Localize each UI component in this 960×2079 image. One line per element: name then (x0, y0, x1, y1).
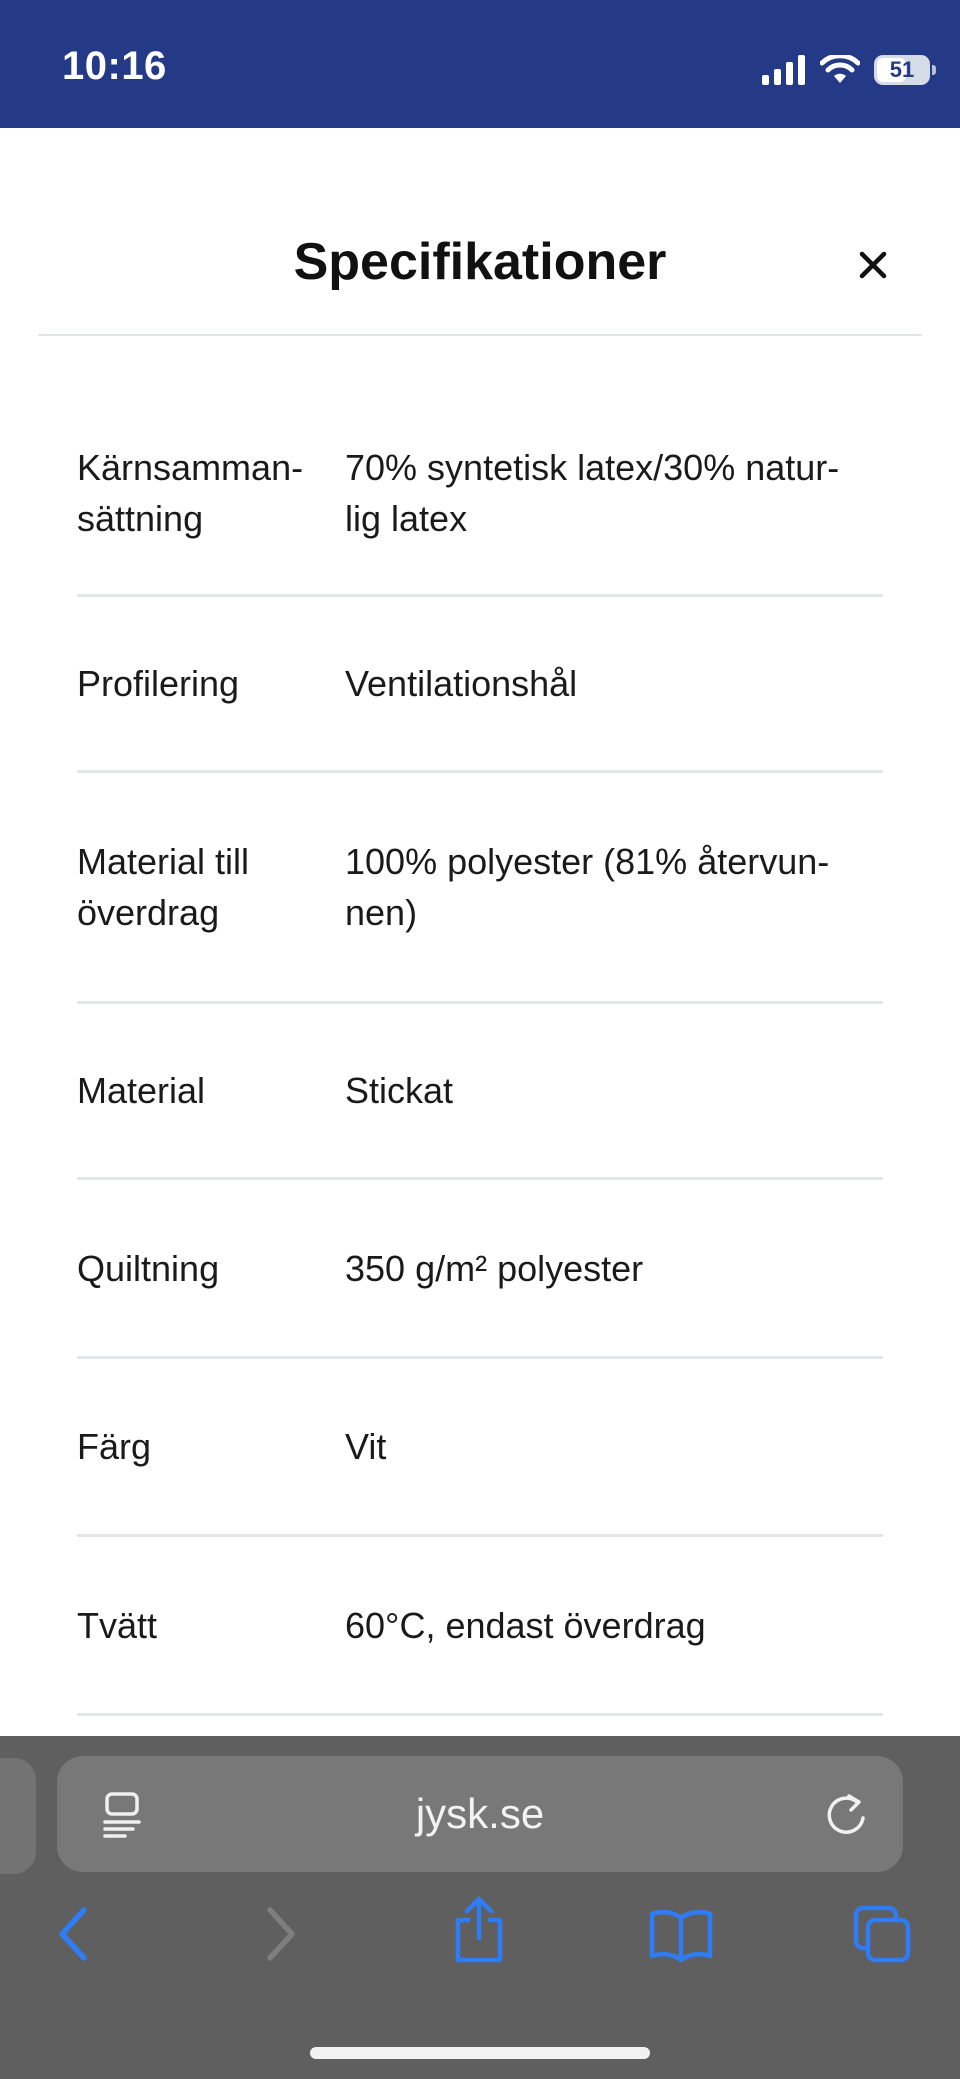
back-icon[interactable] (56, 1906, 92, 1962)
spec-value: 100% polyester (81% återvun-nen) (345, 841, 830, 933)
close-button[interactable] (848, 240, 898, 290)
wifi-icon (820, 55, 860, 83)
status-time: 10:16 (62, 44, 167, 88)
address-bar[interactable]: jysk.se (57, 1756, 903, 1872)
bookmarks-icon[interactable] (648, 1908, 714, 1962)
spec-label: Material till överdrag (77, 841, 250, 933)
battery-level: 51 (889, 57, 915, 82)
spec-row: Material till överdrag 100% polyester (81… (77, 773, 883, 1004)
spec-label: Färg (77, 1426, 152, 1467)
browser-toolbar: jysk.se (0, 1736, 960, 2079)
close-icon (859, 251, 887, 279)
reload-icon[interactable] (823, 1790, 869, 1838)
url-text[interactable]: jysk.se (57, 1790, 903, 1838)
status-icons: 51 (762, 50, 936, 90)
forward-icon[interactable] (262, 1906, 298, 1962)
spec-value: Stickat (345, 1070, 454, 1111)
modal-header: Specifikationer (38, 128, 922, 336)
spec-row: Tvätt 60°C, endast överdrag (77, 1537, 883, 1716)
spec-label: Kärnsamman-sättning (77, 447, 304, 539)
previous-tab-preview[interactable] (0, 1758, 36, 1874)
spec-label: Quiltning (77, 1247, 220, 1289)
spec-value: 60°C, endast överdrag (345, 1604, 706, 1646)
spec-label: Profilering (77, 663, 240, 704)
spec-table: Kärnsamman-sättning 70% syntetisk latex/… (77, 392, 883, 1716)
spec-row: Kärnsamman-sättning 70% syntetisk latex/… (77, 392, 883, 597)
tabs-icon[interactable] (852, 1904, 914, 1966)
spec-row: Färg Vit (77, 1359, 883, 1537)
spec-value: Ventilationshål (345, 663, 578, 704)
home-indicator[interactable] (310, 2047, 650, 2059)
spec-value: 70% syntetisk latex/30% natur-lig latex (345, 447, 840, 539)
spec-label: Tvätt (77, 1604, 158, 1646)
battery-icon: 51 (874, 55, 936, 85)
spec-label: Material (77, 1070, 206, 1111)
spec-value: 350 g/m² polyester (345, 1247, 644, 1289)
share-icon[interactable] (452, 1896, 506, 1964)
modal-title: Specifikationer (293, 233, 667, 291)
status-bar: 10:16 51 (0, 0, 960, 128)
signal-icon (762, 55, 805, 85)
spec-row: Material Stickat (77, 1004, 883, 1180)
spec-value: Vit (345, 1426, 387, 1467)
spec-row: Profilering Ventilationshål (77, 597, 883, 773)
spec-row: Quiltning 350 g/m² polyester (77, 1180, 883, 1359)
